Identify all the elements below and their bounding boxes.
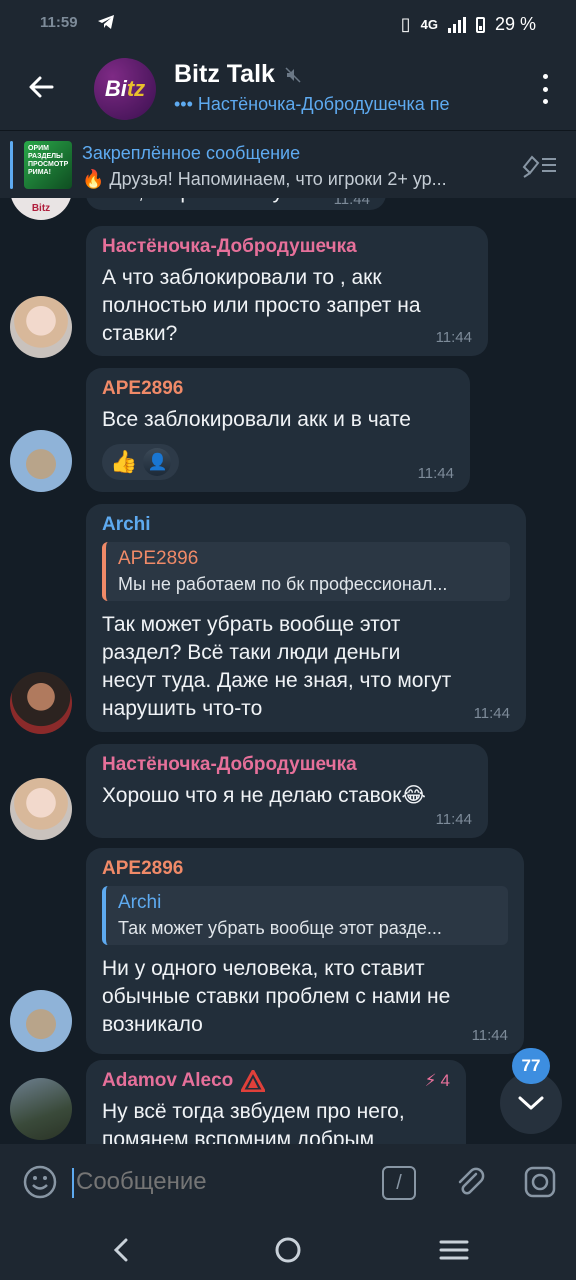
message-text: Все, закрыли тему! <box>102 198 370 206</box>
avatar-nastenochka[interactable] <box>10 778 72 840</box>
message-text: А что заблокировали то , акк полностью и… <box>102 266 421 345</box>
sender-name-row: Adamov Aleco ⚡ 4 <box>102 1070 450 1092</box>
avatar-bitz[interactable]: Bitz <box>10 198 72 220</box>
fire-emblem-icon <box>241 1070 266 1092</box>
text-caret <box>72 1168 74 1198</box>
unpin-icon[interactable] <box>518 151 558 179</box>
message-text: Хорошо что я не делаю ставок😂 <box>102 784 426 807</box>
message-bubble[interactable]: APE2896 Все заблокировали акк и в чате 👍… <box>86 368 470 492</box>
pinned-message-bar[interactable]: ОРИМ РАЗДЕЛЫ ПРОСМОТР РИМА! Закреплённое… <box>0 130 576 198</box>
message-time: 11:44 <box>417 465 454 482</box>
message-time: 11:44 <box>333 198 370 208</box>
network-type: 4G <box>420 17 438 32</box>
message-bubble[interactable]: APE2896 Archi Так может убрать вообще эт… <box>86 848 524 1054</box>
chat-title-row[interactable]: Bitz Talk <box>174 60 301 89</box>
telegram-icon <box>98 15 114 29</box>
mute-icon <box>285 66 301 83</box>
lightning-icon: ⚡ <box>424 1071 437 1090</box>
nav-back-icon[interactable] <box>104 1234 140 1266</box>
sender-name[interactable]: Настёночка-Добродушечка <box>102 236 472 258</box>
battery-level: 29 % <box>494 14 536 34</box>
more-icon[interactable] <box>540 74 550 104</box>
admin-badge: ⚡ 4 <box>425 1071 450 1091</box>
reply-quote[interactable]: Archi Так может убрать вообще этот разде… <box>102 886 508 945</box>
nav-recents-icon[interactable] <box>436 1234 472 1266</box>
reply-sender: Archi <box>118 892 162 913</box>
message-input[interactable] <box>76 1168 366 1196</box>
message-bubble[interactable]: Все, закрыли тему! 11:44 <box>86 198 386 210</box>
message-bubble[interactable]: Archi APE2896 Мы не работаем по бк профе… <box>86 504 526 732</box>
message-composer: / <box>0 1144 576 1220</box>
message-text: Ну всё тогда звбудем про него, помянем в… <box>102 1100 405 1144</box>
message-time: 11:44 <box>473 705 510 722</box>
attach-icon[interactable] <box>452 1164 488 1200</box>
message-time: 11:44 <box>435 811 472 828</box>
message-bubble[interactable]: Adamov Aleco ⚡ 4 Ну всё тогда звбудем про… <box>86 1060 466 1144</box>
sender-name[interactable]: APE2896 <box>102 858 508 880</box>
message-time: 11:44 <box>435 329 472 346</box>
reply-text: Так может убрать вообще этот разде... <box>118 918 442 938</box>
reactor-avatar: 👤 <box>143 448 172 476</box>
sender-name[interactable]: APE2896 <box>102 378 454 400</box>
message-text: Все заблокировали акк и в чате <box>102 408 411 431</box>
pinned-title: Закреплённое сообщение <box>82 143 301 163</box>
message-bubble[interactable]: Настёночка-Добродушечка А что заблокиров… <box>86 226 488 356</box>
chat-title: Bitz Talk <box>174 60 275 88</box>
message-list[interactable]: Bitz Все, закрыли тему! 11:44 Настёночка… <box>0 198 576 1144</box>
message-bubble[interactable]: Настёночка-Добродушечка Хорошо что я не … <box>86 744 488 838</box>
message-text: Так может убрать вообще этот раздел? Всё… <box>102 613 452 720</box>
unread-count-badge[interactable]: 77 <box>512 1048 550 1084</box>
avatar-ape2896[interactable] <box>10 430 72 492</box>
chevron-down-icon <box>518 1096 544 1110</box>
avatar-ape2896[interactable] <box>10 990 72 1052</box>
reaction-chip[interactable]: 👍 👤 <box>102 444 180 480</box>
reply-text: Мы не работаем по бк профессионал... <box>118 574 448 594</box>
chat-avatar[interactable]: Bi tz <box>94 58 156 120</box>
avatar-adamov-aleco[interactable] <box>10 1078 72 1140</box>
message-text: Ни у одного человека, кто ставит обычные… <box>102 957 451 1036</box>
battery-icon <box>475 16 485 33</box>
command-icon[interactable]: / <box>382 1166 416 1200</box>
status-bar: 11:59 ▯ 4G 29 % <box>0 0 576 48</box>
sender-name[interactable]: Adamov Aleco <box>102 1070 233 1092</box>
back-arrow-icon[interactable] <box>24 70 58 104</box>
nav-home-icon[interactable] <box>270 1234 306 1266</box>
signal-icon <box>447 16 466 33</box>
chat-header: Bi tz Bitz Talk ••• Настёночка-Добродушеч… <box>0 48 576 130</box>
reply-sender: APE2896 <box>118 548 199 569</box>
message-time: 11:44 <box>471 1027 508 1044</box>
pinned-indicator <box>10 141 13 189</box>
avatar-nastenochka[interactable] <box>10 296 72 358</box>
reply-quote[interactable]: APE2896 Мы не работаем по бк профессиона… <box>102 542 510 601</box>
vibrate-icon: ▯ <box>400 14 411 34</box>
camera-icon[interactable] <box>522 1164 558 1200</box>
badge-count: 4 <box>440 1071 450 1090</box>
sender-name[interactable]: Настёночка-Добродушечка <box>102 754 472 776</box>
emoji-icon[interactable] <box>22 1164 58 1200</box>
avatar-logo-text-accent: tz <box>126 76 146 101</box>
pinned-text: 🔥 Друзья! Напоминаем, что игроки 2+ ур..… <box>82 169 447 189</box>
sender-name[interactable]: Archi <box>102 514 510 536</box>
system-nav-bar <box>0 1220 576 1280</box>
pinned-thumbnail: ОРИМ РАЗДЕЛЫ ПРОСМОТР РИМА! <box>24 141 72 189</box>
avatar-logo-text: Bi <box>104 76 127 101</box>
thumbs-up-reaction: 👍 <box>110 449 138 474</box>
avatar-archi[interactable] <box>10 672 72 734</box>
typing-status: ••• Настёночка-Добродушечка пе <box>174 94 450 114</box>
